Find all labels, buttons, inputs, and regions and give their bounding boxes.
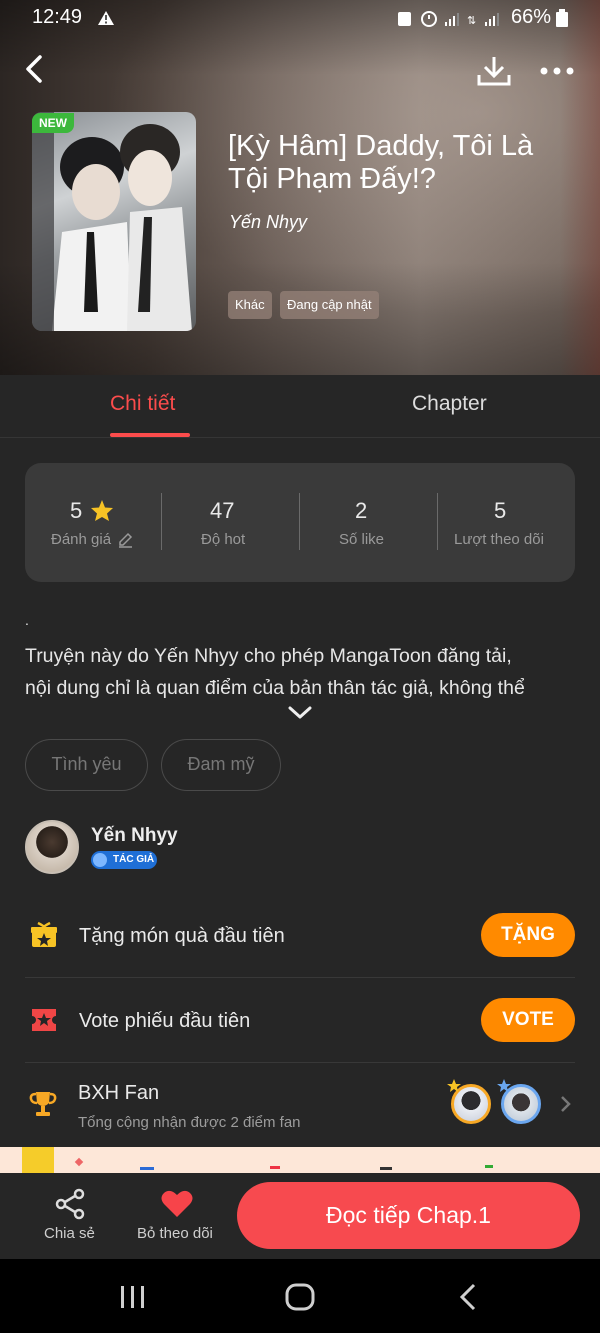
gift-button[interactable]: TẶNG [481, 913, 575, 957]
stats-card [25, 463, 575, 582]
recent-apps-icon[interactable] [119, 1285, 147, 1309]
fan-rank-title[interactable]: BXH Fan [78, 1082, 159, 1105]
author-name[interactable]: Yến Nhyy [91, 825, 178, 847]
status-time: 12:49 [32, 6, 83, 28]
followers-value: 5 [494, 498, 507, 523]
genre-chip[interactable]: Tình yêu [25, 739, 148, 791]
comic-author[interactable]: Yến Nhyy [229, 212, 307, 233]
author-badge: TÁC GIẢ [91, 851, 157, 869]
edit-icon[interactable] [117, 532, 133, 548]
status-icons: ⇅ [398, 11, 499, 27]
stat-divider [161, 493, 162, 550]
tag-genre[interactable]: Khác [228, 291, 272, 319]
description-dot: . [25, 612, 29, 628]
badge-icon [93, 853, 107, 867]
hot-label: Độ hot [201, 531, 246, 548]
gift-icon [31, 921, 57, 947]
rating-label: Đánh giá [51, 531, 112, 548]
tag-status: Đang cập nhật [280, 291, 379, 319]
chevron-right-icon[interactable] [560, 1095, 572, 1113]
trophy-icon [29, 1092, 57, 1116]
new-badge: NEW [32, 113, 74, 133]
likes-value: 2 [355, 498, 368, 523]
gift-label: Tặng món quà đầu tiên [79, 925, 285, 947]
warning-icon [98, 11, 114, 25]
author-avatar[interactable] [25, 820, 79, 874]
stat-divider [299, 493, 300, 550]
rating-value: 5 [70, 498, 83, 523]
comic-title: [Kỳ Hâm] Daddy, Tôi Là Tội Phạm Đấy!? [228, 130, 534, 195]
divider [25, 977, 575, 978]
promo-banner[interactable] [0, 1147, 600, 1173]
likes-label: Số like [339, 531, 385, 548]
nav-back-icon[interactable] [458, 1283, 478, 1311]
expand-chevron-icon[interactable] [288, 706, 312, 720]
description-line: Truyện này do Yến Nhyy cho phép MangaToo… [25, 645, 512, 667]
battery-percent: 66% [511, 6, 552, 28]
svg-text:⇅: ⇅ [467, 14, 476, 27]
download-icon[interactable] [476, 55, 512, 87]
cover-image [32, 112, 196, 331]
fan-rank-subtitle: Tổng cộng nhận được 2 điểm fan [78, 1114, 301, 1131]
share-label[interactable]: Chia sẻ [44, 1225, 95, 1242]
star-icon [91, 500, 113, 521]
unfollow-label[interactable]: Bỏ theo dõi [137, 1225, 213, 1242]
tab-chapter[interactable]: Chapter [412, 392, 487, 416]
battery-icon [556, 9, 568, 27]
tab-details[interactable]: Chi tiết [110, 392, 175, 416]
crown-icon [447, 1079, 461, 1092]
divider [25, 1062, 575, 1063]
heart-icon[interactable] [160, 1189, 194, 1219]
genre-chip[interactable]: Đam mỹ [161, 739, 281, 791]
back-icon[interactable] [22, 54, 46, 84]
share-icon[interactable] [55, 1188, 87, 1220]
continue-reading-button[interactable]: Đọc tiếp Chap.1 [237, 1182, 580, 1249]
crown-icon [497, 1079, 511, 1092]
description-line: nội dung chỉ là quan điểm của bản thân t… [25, 677, 525, 699]
author-badge-label: TÁC GIẢ [113, 854, 155, 865]
divider [0, 437, 600, 438]
vote-button[interactable]: VOTE [481, 998, 575, 1042]
more-icon[interactable] [539, 66, 575, 76]
followers-label: Lượt theo dõi [454, 531, 544, 548]
home-icon[interactable] [284, 1282, 316, 1312]
hot-value: 47 [210, 498, 235, 523]
vote-label: Vote phiếu đầu tiên [79, 1010, 251, 1032]
stat-divider [437, 493, 438, 550]
vote-ticket-icon [32, 1009, 56, 1031]
